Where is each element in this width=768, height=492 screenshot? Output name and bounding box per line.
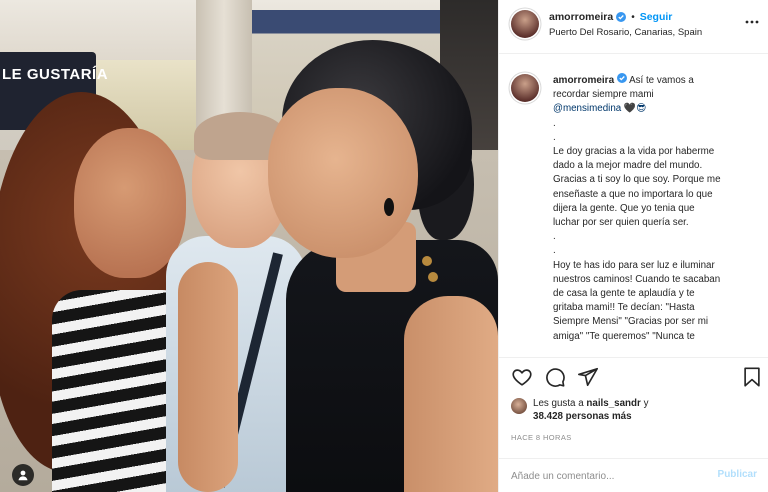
verified-badge-icon <box>616 12 627 22</box>
caption-line: de casa la gente te aplaudía y te <box>553 288 695 300</box>
bookmark-icon[interactable] <box>741 366 763 388</box>
likes-suffix: y <box>643 398 649 409</box>
more-horizontal-icon[interactable] <box>745 15 759 29</box>
caption-line: recordar siempre mami <box>553 89 654 101</box>
comment-bar: Publicar <box>499 458 768 492</box>
shop-sign-text: LE GUSTARÍA <box>2 66 109 83</box>
caption-line: . <box>553 231 556 243</box>
person-icon[interactable] <box>12 464 34 486</box>
share-icon[interactable] <box>577 366 599 388</box>
action-bar <box>509 366 761 390</box>
caption-avatar[interactable] <box>511 74 539 102</box>
likes-text: Les gusta a nails_sandr y 38.428 persona… <box>533 397 648 423</box>
liker-avatar[interactable] <box>511 398 527 414</box>
comment-input[interactable] <box>511 468 701 484</box>
caption-username[interactable]: amorromeira <box>553 75 614 86</box>
caption-line: Gracias a ti soy lo que soy. Porque me <box>553 174 721 186</box>
caption-mention[interactable]: @mensimedina 🖤😎 <box>553 102 761 116</box>
caption-line: gritaba mami!! Te decían: "Hasta <box>553 302 695 314</box>
person-right-arm <box>404 296 498 492</box>
follow-button[interactable]: Seguir <box>640 11 673 23</box>
caption-area: amorromeira Así te vamos a recordar siem… <box>499 54 768 358</box>
person-right-face <box>268 88 418 258</box>
publish-button[interactable]: Publicar <box>718 469 757 480</box>
person-icon-glyph <box>18 470 28 481</box>
caption-first-line: amorromeira Así te vamos a <box>553 73 761 88</box>
heart-icon[interactable] <box>511 366 533 388</box>
caption-line: . <box>553 131 556 143</box>
header-separator: • <box>631 11 635 23</box>
dress-button <box>428 272 438 282</box>
post-photo[interactable]: LE GUSTARÍA <box>0 0 498 492</box>
caption-line: Así te vamos a <box>629 75 694 86</box>
caption-line: dijera la gente. Que yo tenia que <box>553 202 695 214</box>
caption-line: . <box>553 117 556 129</box>
caption-line: luchar por ser quien quería ser. <box>553 217 689 229</box>
header-username[interactable]: amorromeira <box>549 11 613 23</box>
caption-line: Le doy gracias a la vida por haberme <box>553 146 715 158</box>
post-header: amorromeira • Seguir Puerto Del Rosario,… <box>499 0 768 54</box>
location-link[interactable]: Puerto Del Rosario, Canarias, Spain <box>549 27 702 38</box>
dress-button <box>422 256 432 266</box>
caption-line: Hoy te has ido para ser luz e iluminar <box>553 259 715 271</box>
caption-line: Siempre Mensi" "Gracias por ser mi <box>553 316 709 328</box>
caption-text: amorromeira Así te vamos a recordar siem… <box>553 73 761 344</box>
person-left-face <box>74 128 186 278</box>
liker-username[interactable]: nails_sandr <box>586 398 640 409</box>
earring <box>384 198 394 216</box>
caption-line: dado a la mejor madre del mundo. <box>553 160 703 172</box>
likes-prefix: Les gusta a <box>533 398 584 409</box>
caption-line: . <box>553 245 556 257</box>
caption-line: nuestros caminos! Cuando te sacaban <box>553 273 721 285</box>
likes-count[interactable]: 38.428 personas más <box>533 411 632 422</box>
comment-icon[interactable] <box>544 366 566 388</box>
avatar[interactable] <box>511 10 539 38</box>
verified-badge-icon <box>616 73 627 83</box>
likes-summary: Les gusta a nails_sandr y 38.428 persona… <box>511 397 648 423</box>
post-timestamp[interactable]: HACE 8 HORAS <box>511 433 572 442</box>
caption-line: amiga" "Te queremos" "Nunca te <box>553 330 695 342</box>
person-left-arm <box>178 262 238 492</box>
caption-line: enseñaste a que no importara lo que <box>553 188 713 200</box>
post-side-panel: amorromeira • Seguir Puerto Del Rosario,… <box>498 0 768 492</box>
header-user-row: amorromeira • Seguir <box>549 11 672 23</box>
